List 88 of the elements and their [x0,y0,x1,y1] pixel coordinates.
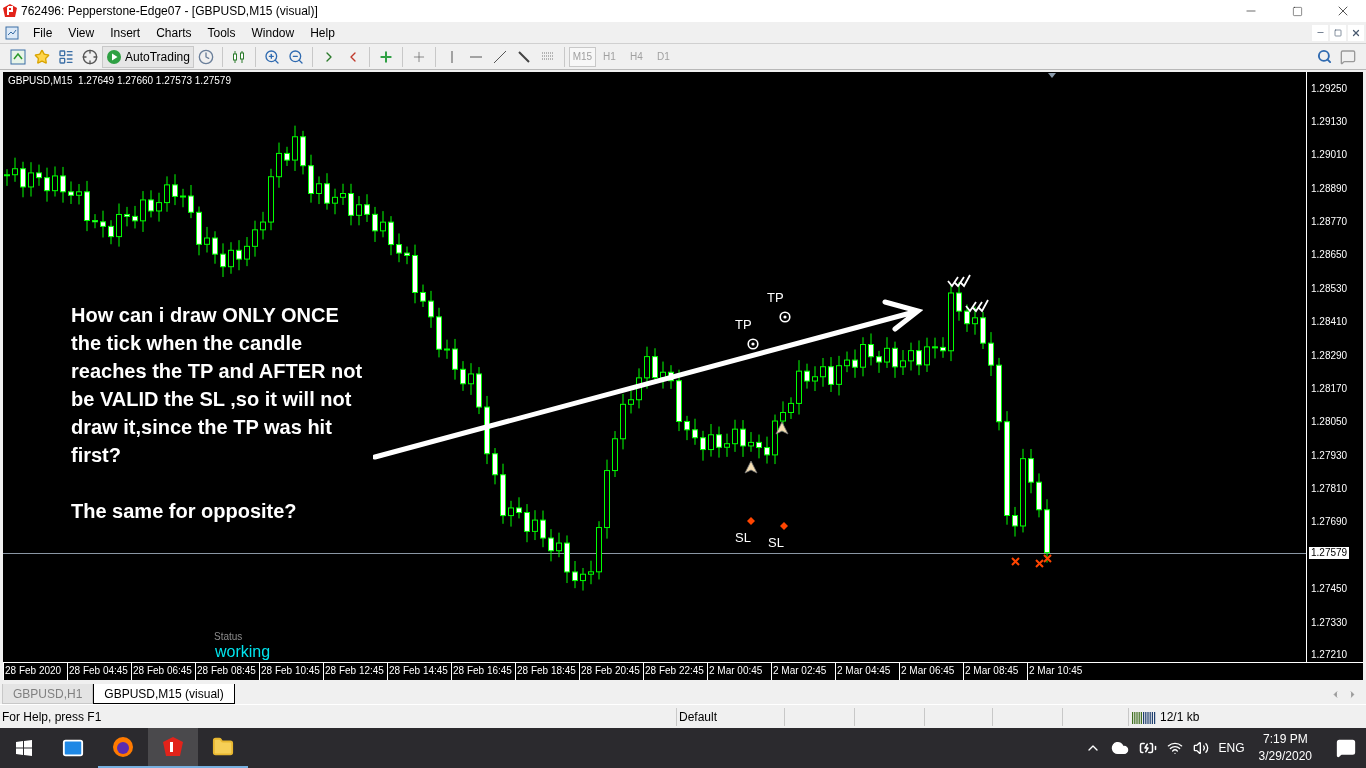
arrow-pointer-icon [744,460,758,474]
price-tick: 1.29130 [1311,116,1348,127]
price-tick: 1.28410 [1311,317,1348,328]
wifi-icon[interactable] [1166,740,1183,756]
profile-text: Default [676,707,784,726]
time-tick: 2 Mar 00:45 [707,663,771,680]
chart-tab[interactable]: GBPUSD,M15 (visual) [93,684,235,704]
menu-item[interactable]: Help [302,22,343,43]
help-text: For Help, press F1 [1,708,103,726]
shift-marker-icon [1048,73,1056,78]
notifications-icon[interactable] [1336,738,1356,758]
clock-time[interactable]: 7:19 PM [1262,731,1308,748]
time-tick: 2 Mar 04:45 [835,663,899,680]
chat-icon[interactable] [1340,48,1356,65]
status-value: working [215,644,271,660]
target-icon [747,338,759,350]
menu-item[interactable]: Insert [102,22,149,43]
time-tick: 2 Mar 02:45 [771,663,835,680]
price-tick: 1.27690 [1311,517,1348,528]
time-tick: 28 Feb 20:45 [579,663,643,680]
mdi-close-button[interactable] [1348,24,1364,41]
price-tick: 1.28290 [1311,350,1348,361]
checkmark-icon [947,274,971,288]
restore-icon [1291,5,1303,17]
menu-item[interactable]: File [25,22,61,43]
menu-item[interactable]: Tools [199,22,244,43]
tp-label: TP [735,318,752,331]
time-tick: 28 Feb 08:45 [195,663,259,680]
close-icon [1351,27,1361,38]
time-tick: 28 Feb 06:45 [131,663,195,680]
cloud-icon[interactable] [1110,739,1129,757]
time-tick: 2 Mar 08:45 [963,663,1027,680]
diamond-icon [780,522,788,530]
autotrading-button[interactable]: AutoTrading [102,45,194,68]
price-tick: 1.28530 [1311,283,1348,294]
price-tick: 1.28890 [1311,183,1348,194]
time-tick: 28 Feb 10:45 [259,663,323,680]
restore-icon [1334,28,1342,37]
cross-icon [1035,559,1044,568]
language-indicator[interactable]: ENG [1218,739,1245,757]
time-tick: 28 Feb 04:45 [67,663,131,680]
time-tick: 28 Feb 22:45 [643,663,707,680]
price-tick: 1.27810 [1311,484,1348,495]
time-tick: 2 Mar 10:45 [1027,663,1091,680]
time-tick: 28 Feb 18:45 [515,663,579,680]
cross-icon [1011,557,1020,566]
windows-logo-icon [16,740,32,756]
time-tick: 28 Feb 12:45 [323,663,387,680]
chart-window-icon [5,25,19,40]
question-footer-text: The same for opposite? [71,499,297,524]
price-tick: 1.28770 [1311,217,1348,227]
cross-icon [1043,554,1052,563]
price-tick: 1.29250 [1311,83,1348,94]
time-tick: 28 Feb 16:45 [451,663,515,680]
sl-label: SL [768,536,784,549]
price-tick: 1.27930 [1311,450,1348,461]
price-tick: 1.29010 [1311,150,1348,161]
price-tick: 1.28650 [1311,250,1348,261]
status-caption: Status [214,632,243,642]
app-logo-icon [3,4,17,18]
menu-item[interactable]: Charts [148,22,200,43]
window-title: 762496: Pepperstone-Edge07 - [GBPUSD,M15 (visual)] [21,3,318,20]
play-icon [106,48,122,65]
time-tick: 2 Mar 06:45 [899,663,963,680]
time-tick: 28 Feb 14:45 [387,663,451,680]
checkmark-icon [965,299,989,313]
menu-item[interactable]: Window [243,22,303,43]
sl-label: SL [735,531,751,544]
price-tick: 1.27210 [1311,650,1348,660]
app-logo-icon[interactable] [148,728,198,768]
clock-date[interactable]: 3/29/2020 [1258,748,1312,765]
connection-bars-icon [1132,709,1156,724]
traffic-text: 12/1 kb [1160,708,1200,726]
price-tick: 1.27330 [1311,617,1348,628]
question-text: How can i draw ONLY ONCE the tick when the candle reaches the TP and AFTER not be VALID the SL ,so it will not draw it,since the TP was hit first? [71,303,363,468]
target-icon [779,311,791,323]
menu-item[interactable]: View [60,22,103,43]
current-price-label: 1.27579 [1309,547,1350,560]
search-icon[interactable] [1317,48,1332,64]
tp-label: TP [767,291,784,304]
time-tick: 28 Feb 2020 [3,663,67,680]
price-tick: 1.27450 [1311,584,1348,595]
price-tick: 1.28050 [1311,417,1348,428]
volume-icon[interactable] [1192,740,1209,756]
arrow-pointer-icon [775,421,789,435]
price-tick: 1.28170 [1311,383,1348,394]
chart-info: GBPUSD,M15 1.27649 1.27660 1.27573 1.27579 [8,76,231,86]
diamond-icon [747,517,755,525]
